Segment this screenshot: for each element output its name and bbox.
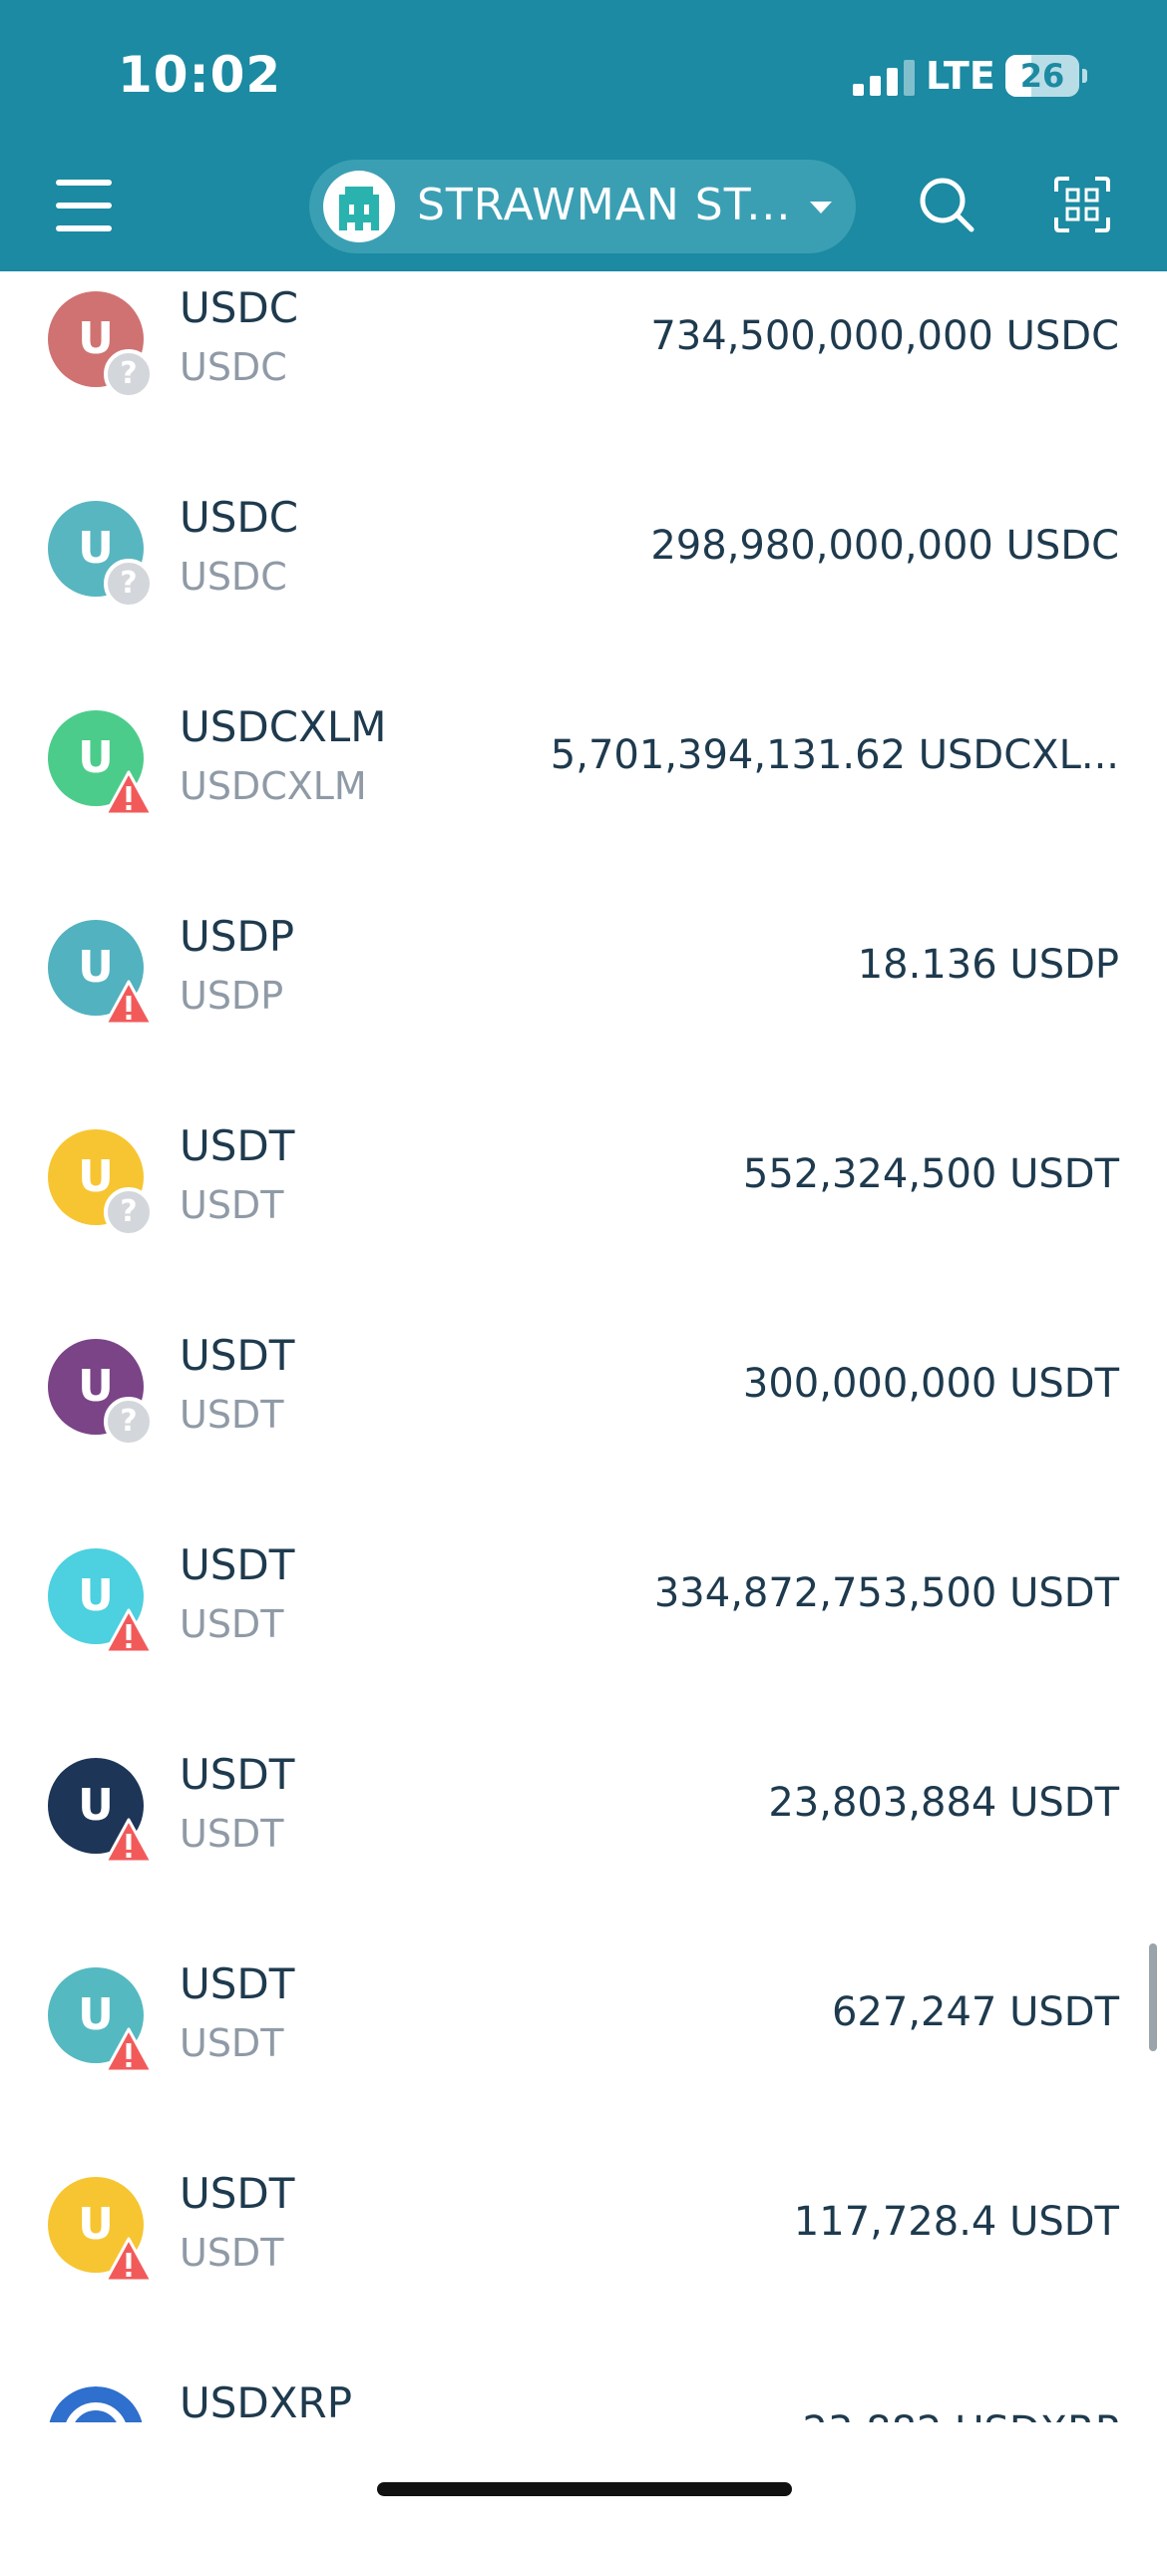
token-name: USDT — [180, 1959, 295, 2008]
token-symbol: USDT — [180, 1602, 284, 1646]
token-amount: 23,803,884 USDT — [768, 1780, 1119, 1826]
token-name: USDXRP — [180, 2378, 353, 2427]
token-amount: 18.136 USDP — [857, 942, 1119, 988]
token-row[interactable]: U USDT USDT 117,728.4 USDT — [0, 2157, 1167, 2366]
token-name: USDT — [180, 1750, 295, 1799]
token-symbol: USDC — [180, 345, 287, 389]
token-name: USDCXLM — [180, 702, 387, 751]
token-symbol: USDC — [180, 555, 287, 599]
token-amount: 300,000,000 USDT — [742, 1361, 1119, 1407]
home-indicator[interactable] — [377, 2482, 792, 2496]
scrollbar[interactable] — [1149, 1943, 1157, 2051]
warning-icon — [104, 980, 154, 1026]
token-name: USDT — [180, 1121, 295, 1170]
token-amount: 627,247 USDT — [831, 1989, 1119, 2035]
token-symbol: USDT — [180, 2231, 284, 2275]
token-row[interactable]: U USDT USDT 23,803,884 USDT — [0, 1738, 1167, 1947]
warning-icon — [104, 1608, 154, 1654]
token-row[interactable]: U ? USDT USDT 300,000,000 USDT — [0, 1319, 1167, 1528]
wallet-avatar-icon — [323, 171, 395, 242]
bottom-safe-area — [0, 2422, 1167, 2526]
token-amount: 552,324,500 USDT — [742, 1151, 1119, 1197]
warning-icon — [104, 1818, 154, 1864]
battery-icon: 26 — [1005, 55, 1079, 97]
unknown-badge-icon: ? — [104, 1397, 154, 1447]
qr-scan-icon[interactable] — [1053, 176, 1111, 233]
token-row[interactable]: U USDT USDT 627,247 USDT — [0, 1947, 1167, 2157]
token-name: USDT — [180, 1540, 295, 1589]
token-amount: 334,872,753,500 USDT — [653, 1570, 1119, 1616]
token-amount: 734,500,000,000 USDC — [650, 313, 1119, 359]
token-row[interactable]: U ? USDC USDC 298,980,000,000 USDC — [0, 481, 1167, 690]
token-name: USDT — [180, 2169, 295, 2218]
token-row[interactable]: U USDCXLM USDCXLM 5,701,394,131.62 USDCX… — [0, 690, 1167, 900]
token-name: USDC — [180, 493, 299, 542]
chevron-down-icon — [810, 202, 832, 214]
token-symbol: USDT — [180, 1183, 284, 1227]
search-icon[interactable] — [918, 176, 975, 233]
unknown-badge-icon: ? — [104, 559, 154, 609]
token-symbol: USDCXLM — [180, 764, 367, 808]
token-symbol: USDP — [180, 974, 284, 1018]
warning-icon — [104, 2027, 154, 2073]
unknown-badge-icon: ? — [104, 349, 154, 399]
menu-icon[interactable] — [56, 180, 112, 231]
wallet-selector[interactable]: STRAWMAN ST... — [309, 160, 856, 253]
token-name: USDC — [180, 283, 299, 332]
token-row[interactable]: U USDT USDT 334,872,753,500 USDT — [0, 1528, 1167, 1738]
token-row[interactable]: U ? USDT USDT 552,324,500 USDT — [0, 1109, 1167, 1319]
token-amount: 117,728.4 USDT — [793, 2199, 1119, 2245]
network-label: LTE — [926, 54, 995, 98]
token-row[interactable]: U USDP USDP 18.136 USDP — [0, 900, 1167, 1109]
top-bar: 10:02 LTE 26 STRAWMAN ST... — [0, 0, 1167, 271]
battery-cap — [1082, 69, 1087, 83]
token-name: USDT — [180, 1331, 295, 1380]
token-symbol: USDT — [180, 1393, 284, 1437]
token-row[interactable]: U ? USDC USDC 734,500,000,000 USDC — [0, 271, 1167, 481]
unknown-badge-icon: ? — [104, 1187, 154, 1237]
wallet-name: STRAWMAN ST... — [417, 180, 792, 230]
token-amount: 5,701,394,131.62 USDCXL... — [550, 732, 1119, 778]
token-symbol: USDT — [180, 1812, 284, 1856]
signal-icon — [853, 60, 923, 96]
token-symbol: USDT — [180, 2021, 284, 2065]
warning-icon — [104, 770, 154, 816]
status-time: 10:02 — [118, 46, 282, 104]
token-amount: 298,980,000,000 USDC — [650, 523, 1119, 569]
battery-level: 26 — [1019, 57, 1065, 95]
warning-icon — [104, 2237, 154, 2283]
token-name: USDP — [180, 912, 295, 961]
